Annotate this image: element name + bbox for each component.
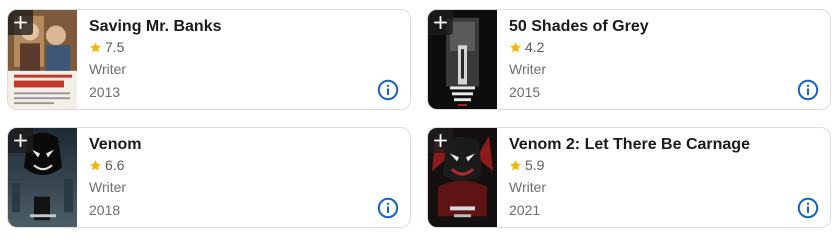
plus-icon — [434, 134, 447, 147]
add-to-watchlist-button[interactable] — [428, 10, 453, 35]
credit-role: Writer — [89, 179, 127, 195]
add-to-watchlist-button[interactable] — [8, 128, 33, 153]
movie-poster[interactable] — [8, 128, 77, 227]
star-icon — [510, 41, 521, 52]
credit-role: Writer — [509, 179, 547, 195]
add-to-watchlist-button[interactable] — [428, 128, 453, 153]
rating-value: 6.6 — [105, 157, 125, 173]
rating-value: 4.2 — [525, 39, 545, 55]
movie-card[interactable]: 50 Shades of Grey 4.2 Writer 2015 — [427, 9, 831, 110]
info-icon — [377, 79, 399, 101]
movie-title[interactable]: Venom — [89, 136, 141, 154]
credit-role: Writer — [89, 61, 127, 77]
movie-poster[interactable] — [428, 10, 497, 109]
rating-value: 5.9 — [525, 157, 545, 173]
info-icon — [797, 79, 819, 101]
rating-value: 7.5 — [105, 39, 125, 55]
movie-title[interactable]: 50 Shades of Grey — [509, 18, 649, 36]
rating: 4.2 — [509, 39, 544, 55]
star-icon — [90, 159, 101, 170]
add-to-watchlist-button[interactable] — [8, 10, 33, 35]
movie-title[interactable]: Venom 2: Let There Be Carnage — [509, 136, 750, 154]
release-year: 2013 — [89, 84, 121, 100]
plus-icon — [14, 16, 27, 29]
info-icon — [377, 197, 399, 219]
rating: 5.9 — [509, 157, 544, 173]
movie-poster[interactable] — [428, 128, 497, 227]
star-icon — [510, 159, 521, 170]
credit-role: Writer — [509, 61, 547, 77]
movie-poster[interactable] — [8, 10, 77, 109]
movie-card[interactable]: Venom 6.6 Writer 2018 — [7, 127, 411, 228]
plus-icon — [434, 16, 447, 29]
rating: 7.5 — [89, 39, 124, 55]
info-button[interactable] — [797, 79, 819, 101]
movie-card[interactable]: Venom 2: Let There Be Carnage 5.9 Writer… — [427, 127, 831, 228]
star-icon — [90, 41, 101, 52]
release-year: 2015 — [509, 84, 541, 100]
info-icon — [797, 197, 819, 219]
plus-icon — [14, 134, 27, 147]
info-button[interactable] — [377, 79, 399, 101]
info-button[interactable] — [797, 197, 819, 219]
movie-title[interactable]: Saving Mr. Banks — [89, 18, 222, 36]
movie-card[interactable]: Saving Mr. Banks 7.5 Writer 2013 — [7, 9, 411, 110]
release-year: 2018 — [89, 202, 121, 218]
release-year: 2021 — [509, 202, 541, 218]
rating: 6.6 — [89, 157, 124, 173]
info-button[interactable] — [377, 197, 399, 219]
